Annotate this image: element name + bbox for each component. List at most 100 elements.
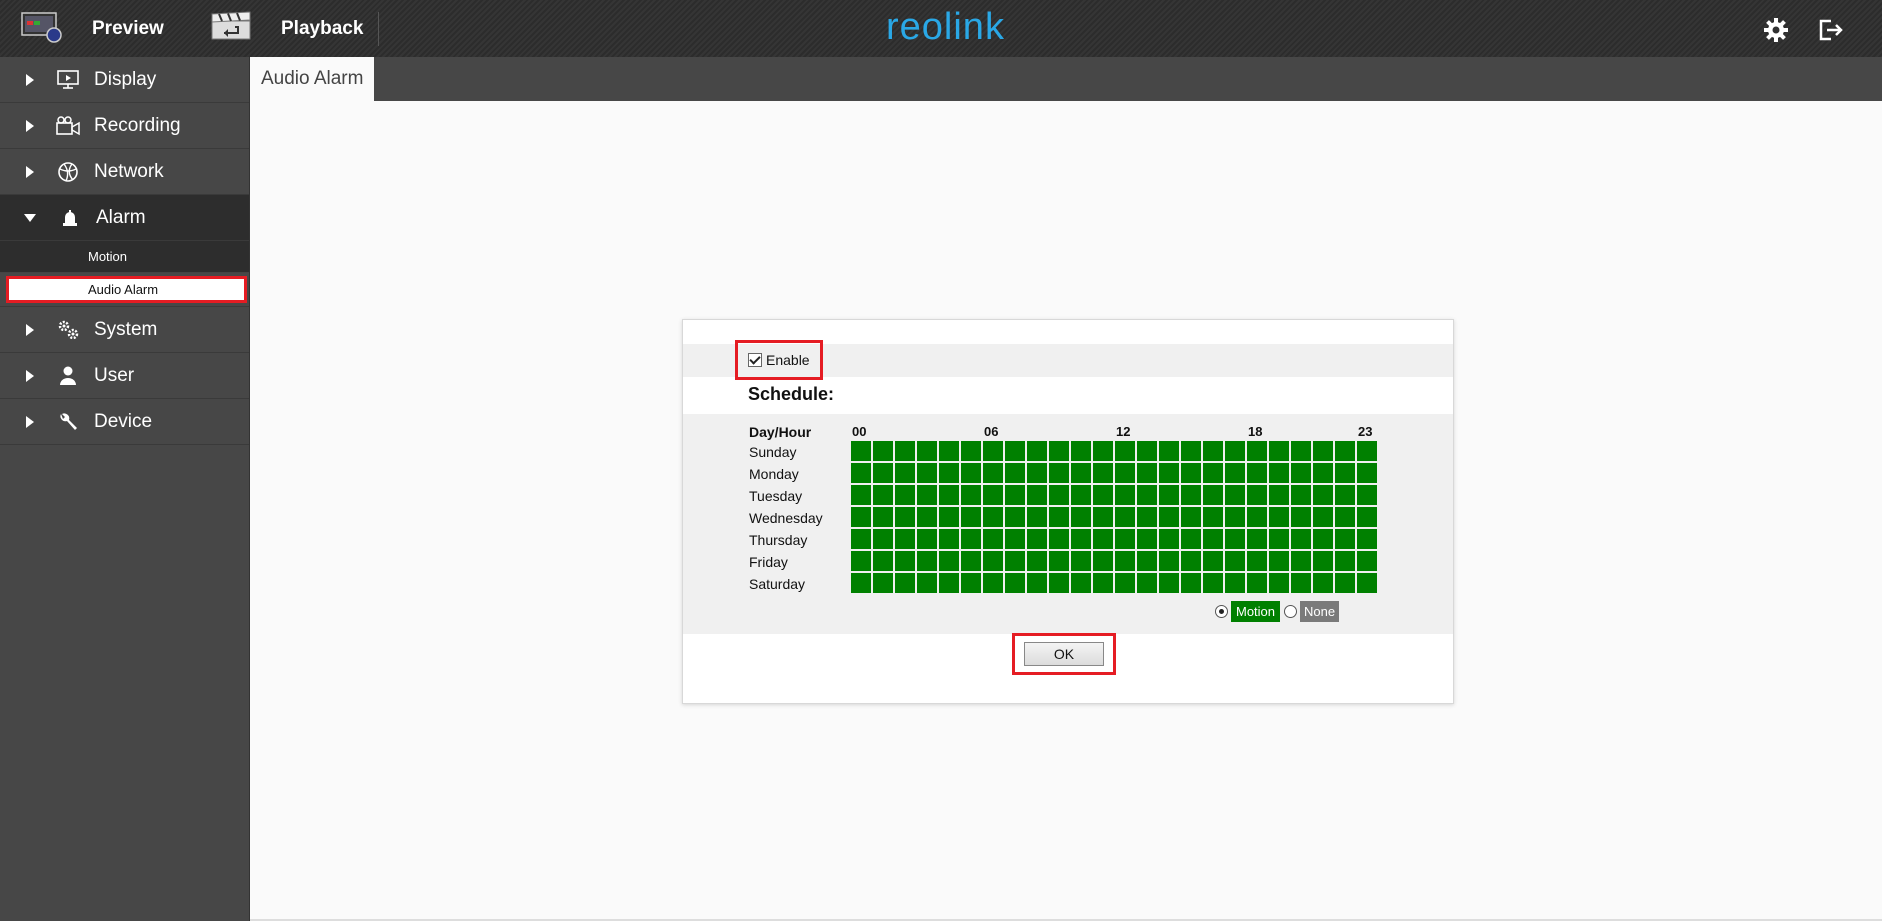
schedule-cell[interactable] [983,507,1003,527]
schedule-cell[interactable] [1049,573,1069,593]
schedule-cell[interactable] [1093,485,1113,505]
schedule-cell[interactable] [1269,441,1289,461]
schedule-cell[interactable] [1115,485,1135,505]
schedule-cell[interactable] [1357,441,1377,461]
sidebar-item-network[interactable]: Network [0,149,249,195]
schedule-cell[interactable] [895,463,915,483]
schedule-cell[interactable] [961,529,981,549]
schedule-cell[interactable] [1291,529,1311,549]
motion-legend-label[interactable]: Motion [1231,601,1281,622]
logout-button[interactable] [1817,17,1845,43]
sidebar-subitem-audio-alarm[interactable]: Audio Alarm [6,276,247,303]
ok-button[interactable]: OK [1024,642,1104,666]
schedule-cell[interactable] [939,441,959,461]
settings-button[interactable] [1763,17,1789,43]
schedule-cell[interactable] [939,529,959,549]
schedule-cell[interactable] [1071,463,1091,483]
sidebar-item-display[interactable]: Display [0,57,249,103]
schedule-cell[interactable] [1269,551,1289,571]
schedule-cell[interactable] [851,551,871,571]
schedule-cell[interactable] [1313,573,1333,593]
schedule-cell[interactable] [1049,463,1069,483]
playback-nav[interactable]: Playback [210,0,363,57]
schedule-cell[interactable] [1335,507,1355,527]
schedule-cell[interactable] [1335,529,1355,549]
motion-radio[interactable] [1215,605,1228,618]
schedule-cell[interactable] [1005,573,1025,593]
schedule-cell[interactable] [1159,485,1179,505]
schedule-cell[interactable] [917,529,937,549]
schedule-cell[interactable] [851,507,871,527]
schedule-cell[interactable] [1291,507,1311,527]
sidebar-item-system[interactable]: System [0,306,249,353]
schedule-cell[interactable] [1247,507,1267,527]
schedule-cell[interactable] [983,485,1003,505]
schedule-cell[interactable] [1269,463,1289,483]
schedule-cell[interactable] [1137,463,1157,483]
schedule-cell[interactable] [1027,529,1047,549]
schedule-cell[interactable] [1181,485,1201,505]
schedule-cell[interactable] [1115,441,1135,461]
schedule-cell[interactable] [1357,529,1377,549]
sidebar-subitem-motion[interactable]: Motion [0,241,249,273]
schedule-cell[interactable] [1071,573,1091,593]
schedule-cell[interactable] [873,485,893,505]
schedule-cell[interactable] [895,485,915,505]
schedule-cell[interactable] [1027,507,1047,527]
schedule-cell[interactable] [1049,485,1069,505]
schedule-cell[interactable] [1225,441,1245,461]
schedule-cell[interactable] [895,573,915,593]
schedule-cell[interactable] [1203,573,1223,593]
schedule-cell[interactable] [873,463,893,483]
schedule-cell[interactable] [873,507,893,527]
schedule-cell[interactable] [1181,529,1201,549]
schedule-cell[interactable] [1027,551,1047,571]
schedule-cell[interactable] [1335,463,1355,483]
schedule-cell[interactable] [1291,485,1311,505]
schedule-cell[interactable] [1137,551,1157,571]
schedule-cell[interactable] [1093,551,1113,571]
enable-checkbox[interactable] [748,353,762,367]
schedule-cell[interactable] [1181,507,1201,527]
none-legend-label[interactable]: None [1300,601,1340,622]
schedule-cell[interactable] [1005,441,1025,461]
schedule-cell[interactable] [983,463,1003,483]
schedule-cell[interactable] [1137,507,1157,527]
schedule-cell[interactable] [1071,441,1091,461]
schedule-cell[interactable] [1247,573,1267,593]
schedule-cell[interactable] [1093,507,1113,527]
schedule-cell[interactable] [1203,529,1223,549]
schedule-cell[interactable] [1335,551,1355,571]
schedule-cell[interactable] [895,529,915,549]
none-radio[interactable] [1284,605,1298,618]
schedule-cell[interactable] [1093,529,1113,549]
schedule-cell[interactable] [1159,573,1179,593]
tab-audio-alarm[interactable]: Audio Alarm [250,57,375,101]
schedule-cell[interactable] [1225,529,1245,549]
schedule-cell[interactable] [851,573,871,593]
schedule-cell[interactable] [939,485,959,505]
schedule-cell[interactable] [895,551,915,571]
schedule-cell[interactable] [1313,529,1333,549]
schedule-cell[interactable] [1005,485,1025,505]
schedule-cell[interactable] [1027,463,1047,483]
schedule-cell[interactable] [917,463,937,483]
schedule-cell[interactable] [1291,441,1311,461]
schedule-cell[interactable] [1357,463,1377,483]
schedule-cell[interactable] [851,529,871,549]
schedule-cell[interactable] [1137,441,1157,461]
schedule-cell[interactable] [1225,507,1245,527]
schedule-cell[interactable] [1137,529,1157,549]
sidebar-item-alarm[interactable]: Alarm [0,195,249,241]
schedule-cell[interactable] [1115,551,1135,571]
schedule-cell[interactable] [1225,551,1245,571]
schedule-cell[interactable] [1203,507,1223,527]
schedule-cell[interactable] [1049,441,1069,461]
preview-nav[interactable]: Preview [20,0,164,57]
schedule-cell[interactable] [1115,507,1135,527]
enable-checkbox-wrapper[interactable]: Enable [735,340,823,380]
schedule-cell[interactable] [1225,463,1245,483]
schedule-cell[interactable] [1335,485,1355,505]
schedule-cell[interactable] [1027,573,1047,593]
schedule-cell[interactable] [917,551,937,571]
